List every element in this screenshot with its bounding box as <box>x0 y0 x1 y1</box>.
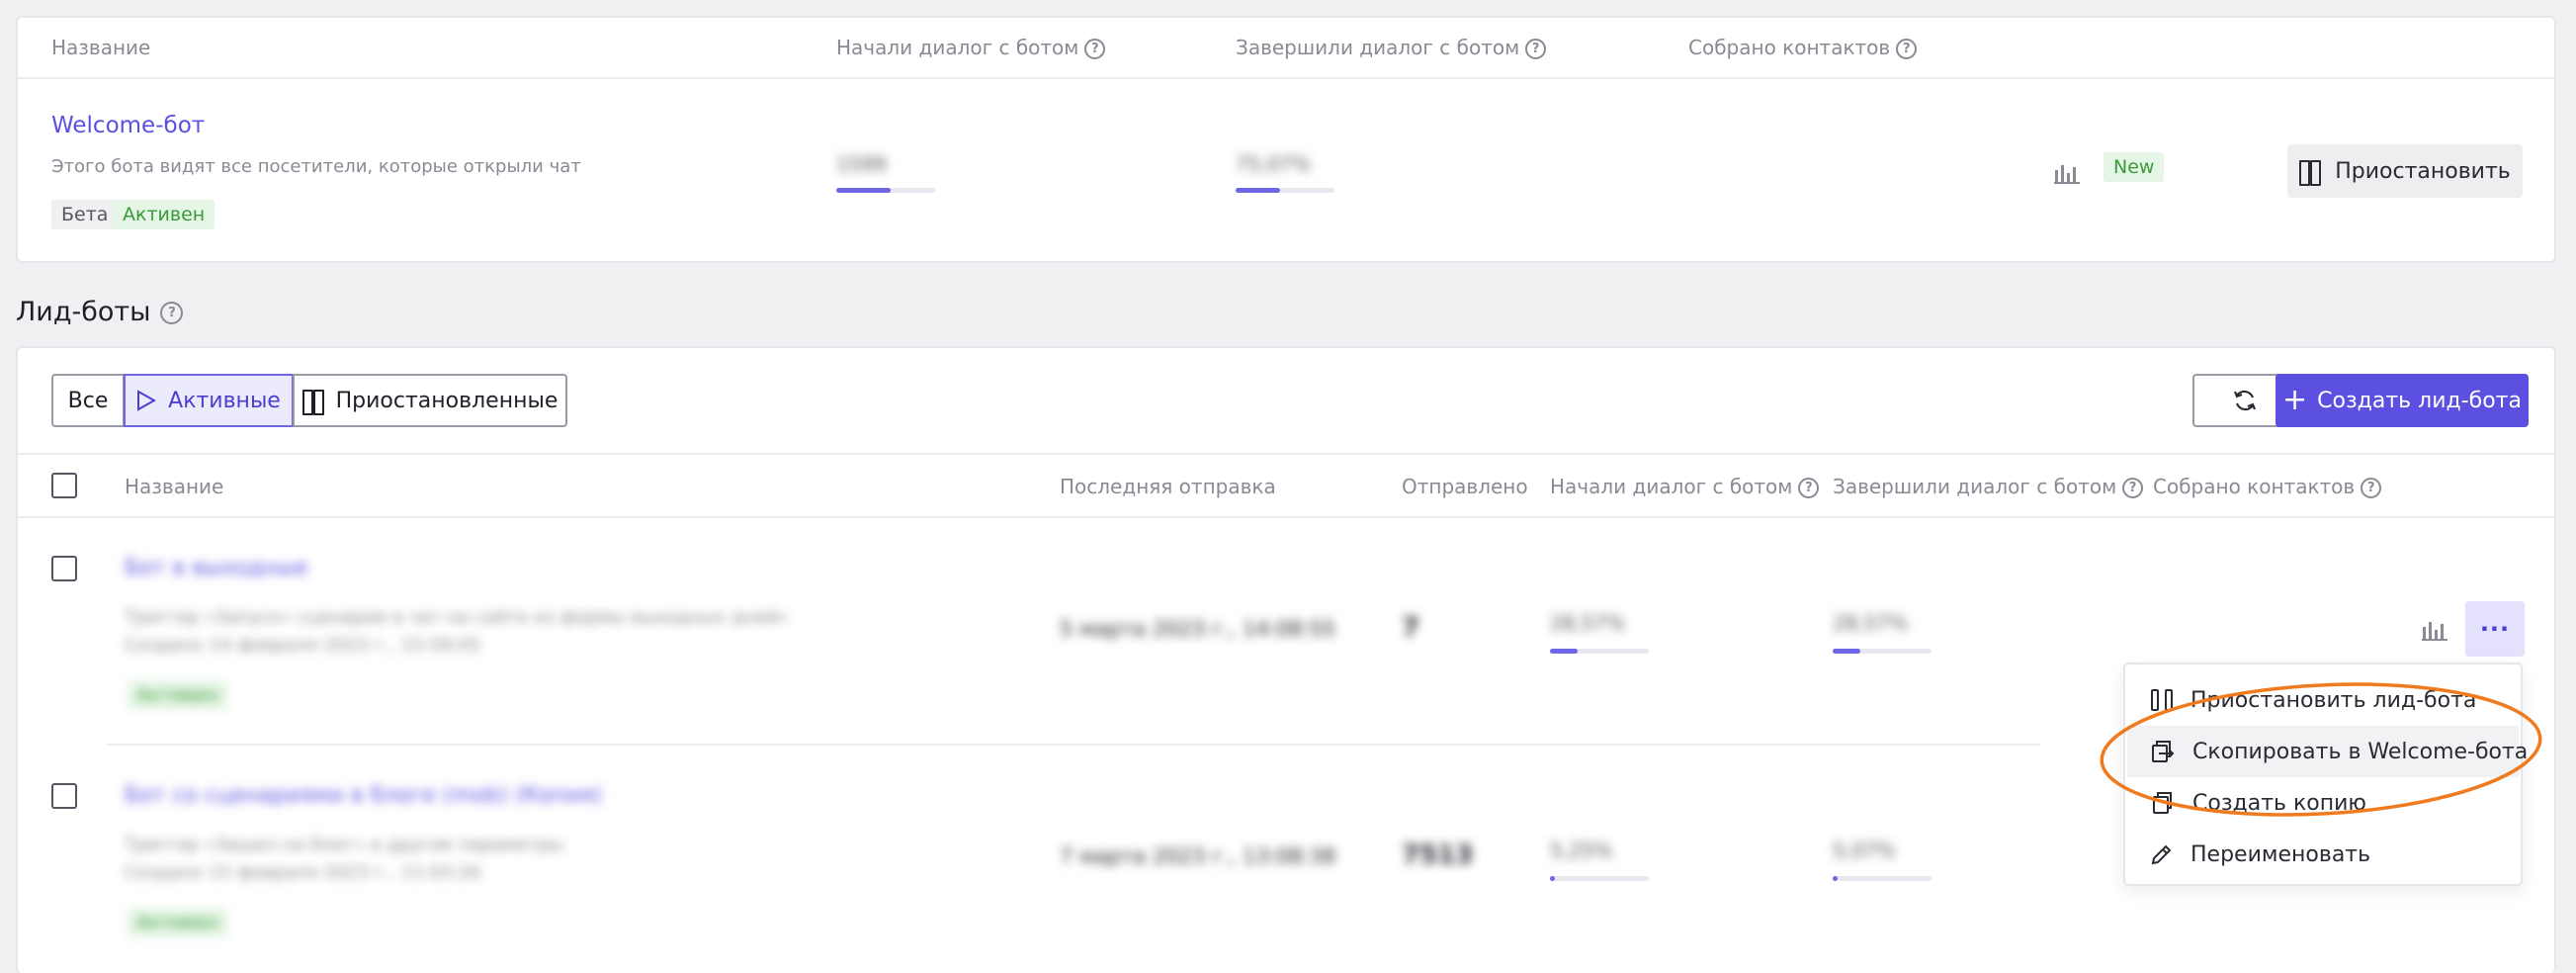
welcome-bot-name-link[interactable]: Welcome-бот <box>51 113 205 138</box>
refresh-icon <box>2233 390 2257 411</box>
pause-icon <box>2299 160 2322 186</box>
row-checkbox[interactable] <box>51 556 77 581</box>
welcome-header-started: Начали диалог с ботом? <box>836 36 1106 59</box>
leadbot-started-bar <box>1550 876 1649 881</box>
welcome-header-name: Название <box>51 36 151 59</box>
row-checkbox[interactable] <box>51 783 77 809</box>
welcome-finished-bar <box>1236 188 1334 193</box>
divider <box>18 453 2554 455</box>
leadbot-started-value: 5,25% <box>1550 839 1613 862</box>
help-icon[interactable]: ? <box>1798 478 1820 498</box>
welcome-started-bar-fill <box>836 188 891 193</box>
leadbot-finished-bar <box>1833 876 1932 881</box>
help-icon[interactable]: ? <box>1084 39 1106 59</box>
status-badge: Активен <box>127 908 229 937</box>
play-icon <box>137 390 157 411</box>
welcome-finished-bar-fill <box>1236 188 1280 193</box>
leadbot-sent-count: 7 <box>1402 613 1420 643</box>
table-header-name: Название <box>125 475 224 498</box>
help-icon[interactable]: ? <box>160 302 184 324</box>
divider <box>18 77 2554 79</box>
leadbot-trigger: Триггер «Зашел на блог» и другие парамет… <box>125 835 563 855</box>
divider <box>107 744 2040 746</box>
table-header-finished: Завершили диалог с ботом? <box>1833 475 2144 498</box>
more-actions-button[interactable]: ··· <box>2465 601 2525 657</box>
leadbot-last-sent: 7 марта 2023 г., 13:08:38 <box>1060 844 1336 868</box>
leadbot-last-sent: 5 марта 2023 г., 14:08:55 <box>1060 617 1336 641</box>
leadbots-section-title: Лид-боты? <box>16 297 184 327</box>
help-icon[interactable]: ? <box>1525 39 1547 59</box>
welcome-started-value: 1599 <box>836 152 887 176</box>
help-icon[interactable]: ? <box>1896 39 1918 59</box>
leadbot-trigger: Триггер «Запуск» сценарии в чат на сайте… <box>125 607 789 628</box>
bar-chart-icon[interactable] <box>2422 619 2447 645</box>
help-icon[interactable]: ? <box>2122 478 2144 498</box>
leadbot-name-link[interactable]: Бот со сценариями в блоге (mob) (Копия) <box>125 783 602 808</box>
filter-all-button[interactable]: Все <box>51 374 125 427</box>
welcome-started-bar <box>836 188 935 193</box>
leadbot-started-bar-fill <box>1550 876 1555 881</box>
leadbot-sent-count: 7513 <box>1402 840 1474 870</box>
highlight-ring <box>2100 682 2542 817</box>
leadbot-name-link[interactable]: Бот в выходные <box>125 556 308 580</box>
pencil-icon <box>2151 844 2172 865</box>
leadbot-started-bar-fill <box>1550 649 1578 654</box>
filter-active-button[interactable]: Активные <box>124 374 294 427</box>
bar-chart-icon[interactable] <box>2054 162 2080 188</box>
welcome-finished-value: 75,07% <box>1236 152 1312 176</box>
leadbot-started-value: 28,57% <box>1550 611 1626 635</box>
table-header-started: Начали диалог с ботом? <box>1550 475 1820 498</box>
welcome-bot-card: Название Начали диалог с ботом? Завершил… <box>16 16 2556 263</box>
welcome-bot-description: Этого бота видят все посетители, которые… <box>51 156 581 177</box>
leadbot-finished-value: 5,07% <box>1833 839 1896 862</box>
create-leadbot-button[interactable]: + Создать лид-бота <box>2275 374 2529 427</box>
table-header-last-sent: Последняя отправка <box>1060 475 1276 498</box>
active-status-badge: Активен <box>113 200 215 229</box>
filter-paused-button[interactable]: Приостановленные <box>293 374 567 427</box>
welcome-header-finished: Завершили диалог с ботом? <box>1236 36 1547 59</box>
welcome-header-contacts: Собрано контактов? <box>1688 36 1918 59</box>
divider <box>18 516 2554 518</box>
leadbot-created: Создано 15 февраля 2023 г., 11:03:26 <box>125 862 481 883</box>
select-all-checkbox[interactable] <box>51 473 77 498</box>
table-header-sent: Отправлено <box>1402 475 1528 498</box>
leadbot-finished-bar <box>1833 649 1932 654</box>
beta-tag: Бета <box>51 200 119 229</box>
new-badge: New <box>2104 152 2165 182</box>
plus-icon: + <box>2282 383 2308 417</box>
table-header-contacts: Собрано контактов? <box>2153 475 2382 498</box>
pause-welcome-button[interactable]: Приостановить <box>2287 144 2523 198</box>
leadbot-created: Создано 14 февраля 2023 г., 15:59:05 <box>125 635 481 656</box>
leadbot-started-bar <box>1550 649 1649 654</box>
menu-item-rename[interactable]: Переименовать <box>2127 829 2519 880</box>
leadbot-finished-bar-fill <box>1833 876 1838 881</box>
leadbot-finished-value: 28,57% <box>1833 611 1909 635</box>
leadbot-finished-bar-fill <box>1833 649 1860 654</box>
status-badge: Активен <box>127 680 229 710</box>
help-icon[interactable]: ? <box>2361 478 2382 498</box>
pause-icon <box>301 390 324 415</box>
